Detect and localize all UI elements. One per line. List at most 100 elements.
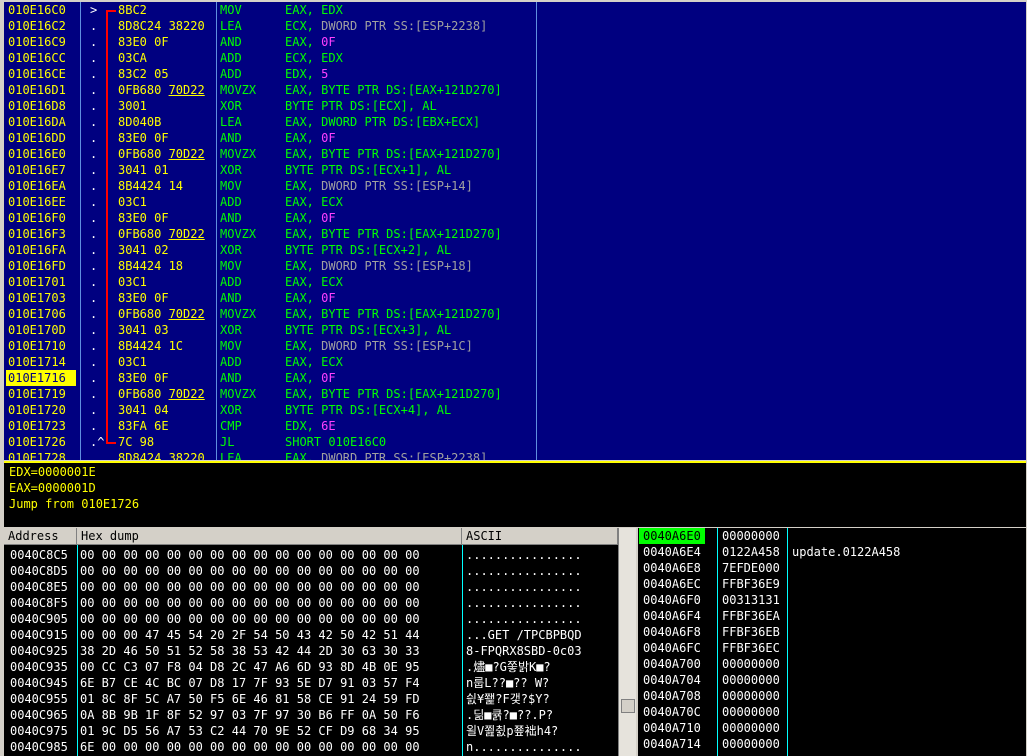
- disasm-row[interactable]: 010E16E0. 0FB680 70D22 MOVZX EAX, BYTE PTR …: [4, 146, 1026, 162]
- disasm-address: 010E16FD: [8, 259, 66, 273]
- disasm-row[interactable]: 010E16D8. 3001 XOR BYTE PTR DS:[ECX], AL: [4, 98, 1026, 114]
- stack-address: 0040A708: [643, 689, 701, 703]
- stack-row[interactable]: 0040A6F0 00313131: [638, 592, 1026, 608]
- disasm-row[interactable]: 010E1710. 8B4424 1C MOV EAX, DWORD PTR SS:[…: [4, 338, 1026, 354]
- dump-row[interactable]: 0040C935 00 CC C3 07 F8 04 D8 2C 47 A6 6D…: [4, 659, 604, 675]
- disasm-row[interactable]: 010E16FD. 8B4424 18 MOV EAX, DWORD PTR SS:[…: [4, 258, 1026, 274]
- stack-row[interactable]: 0040A6FC FFBF36EC: [638, 640, 1026, 656]
- dump-row[interactable]: 0040C945 6E B7 CE 4C BC 07 D8 17 7F 93 5E…: [4, 675, 604, 691]
- disasm-operands: EAX, 0F: [285, 371, 336, 385]
- disasm-row[interactable]: 010E16CC. 03CA ADD ECX, EDX: [4, 50, 1026, 66]
- disasm-hex: 83FA 6E: [118, 419, 169, 433]
- disasm-row[interactable]: 010E16D1. 0FB680 70D22 MOVZX EAX, BYTE PTR …: [4, 82, 1026, 98]
- disasm-hex: 8B4424 18: [118, 259, 184, 273]
- dump-header-address[interactable]: Address: [4, 528, 77, 545]
- stack-row[interactable]: 0040A6EC FFBF36E9: [638, 576, 1026, 592]
- hex-dump-pane[interactable]: Address Hex dump ASCII 0040C8C5 00 00 00 …: [4, 528, 636, 756]
- dump-row[interactable]: 0040C905 00 00 00 00 00 00 00 00 00 00 00…: [4, 611, 604, 627]
- stack-row[interactable]: 0040A6F4 FFBF36EA: [638, 608, 1026, 624]
- dump-row[interactable]: 0040C955 01 8C 8F 5C A7 50 F5 6E 46 81 58…: [4, 691, 604, 707]
- disasm-row[interactable]: 010E16C9. 83E0 0F AND EAX, 0F: [4, 34, 1026, 50]
- disasm-row[interactable]: 010E16C2. 8D8C24 38220 LEA ECX, DWORD PTR S…: [4, 18, 1026, 34]
- disasm-row[interactable]: 010E16FA. 3041 02 XOR BYTE PTR DS:[ECX+2], …: [4, 242, 1026, 258]
- disasm-jump-marker: .: [90, 19, 98, 33]
- disasm-row[interactable]: 010E1719. 0FB680 70D22 MOVZX EAX, BYTE PTR …: [4, 386, 1026, 402]
- disasm-address: 010E170D: [8, 323, 66, 337]
- disasm-mnemonic: MOV: [220, 259, 242, 273]
- disasm-row[interactable]: 010E1701. 03C1 ADD EAX, ECX: [4, 274, 1026, 290]
- disasm-row[interactable]: 010E1706. 0FB680 70D22 MOVZX EAX, BYTE PTR …: [4, 306, 1026, 322]
- disasm-hex: 7C 98: [118, 435, 155, 449]
- disasm-address: 010E16CC: [8, 51, 66, 65]
- stack-row[interactable]: 0040A70C 00000000: [638, 704, 1026, 720]
- disasm-jump-marker: .: [90, 147, 98, 161]
- disasm-row[interactable]: 010E16DD. 83E0 0F AND EAX, 0F: [4, 130, 1026, 146]
- stack-pane[interactable]: 0040A6E0 00000000 0040A6E4 0122A458 update.0…: [638, 528, 1026, 756]
- disasm-row[interactable]: 010E16E7. 3041 01 XOR BYTE PTR DS:[ECX+1], …: [4, 162, 1026, 178]
- dump-row[interactable]: 0040C8E5 00 00 00 00 00 00 00 00 00 00 00…: [4, 579, 604, 595]
- dump-ascii: ...GET /TPCBPBQD: [466, 628, 582, 642]
- disasm-operands: BYTE PTR DS:[ECX+1], AL: [285, 163, 452, 177]
- disasm-jump-marker: .: [90, 371, 98, 385]
- dump-ascii: 욀V쬞췴p쭆袦h4?: [466, 724, 559, 738]
- dump-row[interactable]: 0040C8D5 00 00 00 00 00 00 00 00 00 00 00…: [4, 563, 604, 579]
- dump-row[interactable]: 0040C965 0A 8B 9B 1F 8F 52 97 03 7F 97 30…: [4, 707, 604, 723]
- dump-row[interactable]: 0040C8F5 00 00 00 00 00 00 00 00 00 00 00…: [4, 595, 604, 611]
- dump-scrollbar-thumb[interactable]: [621, 699, 635, 713]
- disasm-row[interactable]: 010E1723. 83FA 6E CMP EDX, 6E: [4, 418, 1026, 434]
- disasm-hex: 3001: [118, 99, 147, 113]
- disasm-hex: 8BC2: [118, 3, 147, 17]
- stack-row[interactable]: 0040A714 00000000: [638, 736, 1026, 752]
- stack-row[interactable]: 0040A708 00000000: [638, 688, 1026, 704]
- stack-row[interactable]: 0040A6E4 0122A458 update.0122A458: [638, 544, 1026, 560]
- disasm-mnemonic: CMP: [220, 419, 242, 433]
- dump-header-hex[interactable]: Hex dump: [77, 528, 462, 545]
- disasm-row[interactable]: 010E1714. 03C1 ADD EAX, ECX: [4, 354, 1026, 370]
- disasm-mnemonic: AND: [220, 131, 242, 145]
- disasm-mnemonic: XOR: [220, 323, 242, 337]
- disasm-row[interactable]: 010E16EA. 8B4424 14 MOV EAX, DWORD PTR SS:[…: [4, 178, 1026, 194]
- disasm-operands: EAX, DWORD PTR SS:[ESP+14]: [285, 179, 473, 193]
- disassembly-scrollbar[interactable]: [1016, 2, 1026, 460]
- stack-row[interactable]: 0040A6F8 FFBF36EB: [638, 624, 1026, 640]
- dump-header-ascii[interactable]: ASCII: [462, 528, 618, 545]
- stack-row[interactable]: 0040A700 00000000: [638, 656, 1026, 672]
- disasm-mnemonic: ADD: [220, 67, 242, 81]
- stack-row[interactable]: 0040A704 00000000: [638, 672, 1026, 688]
- disasm-hex: 8D040B: [118, 115, 162, 129]
- disasm-mnemonic: ADD: [220, 51, 242, 65]
- disasm-row[interactable]: 010E16CE. 83C2 05 ADD EDX, 5: [4, 66, 1026, 82]
- dump-row[interactable]: 0040C925 38 2D 46 50 51 52 58 38 53 42 44…: [4, 643, 604, 659]
- dump-scrollbar[interactable]: [618, 528, 636, 756]
- disassembly-pane[interactable]: 010E16C0 >8BC2 MOV EAX, EDX 010E16C2. 8D8C24 …: [4, 2, 1026, 460]
- dump-row[interactable]: 0040C915 00 00 00 47 45 54 20 2F 54 50 43…: [4, 627, 604, 643]
- dump-row[interactable]: 0040C8C5 00 00 00 00 00 00 00 00 00 00 00…: [4, 547, 604, 563]
- disasm-jump-marker: .: [90, 403, 98, 417]
- disasm-operands: EAX, 0F: [285, 131, 336, 145]
- dump-hex-bytes: 00 00 00 47 45 54 20 2F 54 50 43 42 50 4…: [80, 628, 420, 642]
- stack-row[interactable]: 0040A710 00000000: [638, 720, 1026, 736]
- disasm-row[interactable]: 010E1720. 3041 04 XOR BYTE PTR DS:[ECX+4], …: [4, 402, 1026, 418]
- disasm-address: 010E16CE: [8, 67, 66, 81]
- stack-address: 0040A714: [643, 737, 701, 751]
- disasm-row[interactable]: 010E170D. 3041 03 XOR BYTE PTR DS:[ECX+3], …: [4, 322, 1026, 338]
- disasm-row[interactable]: 010E1726 .^ 7C 98 JL SHORT 010E16C0: [4, 434, 1026, 450]
- disasm-row[interactable]: 010E1728 8D8424 38220 LEA EAX, DWORD PTR SS…: [4, 450, 1026, 460]
- disasm-mnemonic: XOR: [220, 243, 242, 257]
- disasm-row[interactable]: 010E16EE. 03C1 ADD EAX, ECX: [4, 194, 1026, 210]
- disasm-row[interactable]: 010E1716. 83E0 0F AND EAX, 0F: [4, 370, 1026, 386]
- disasm-row[interactable]: 010E1703. 83E0 0F AND EAX, 0F: [4, 290, 1026, 306]
- dump-row[interactable]: 0040C975 01 9C D5 56 A7 53 C2 44 70 9E 52…: [4, 723, 604, 739]
- dump-ascii: n...............: [466, 740, 582, 754]
- disasm-operands: BYTE PTR DS:[ECX+3], AL: [285, 323, 452, 337]
- disasm-row[interactable]: 010E16DA. 8D040B LEA EAX, DWORD PTR DS:[EBX…: [4, 114, 1026, 130]
- disasm-row[interactable]: 010E16F0. 83E0 0F AND EAX, 0F: [4, 210, 1026, 226]
- disasm-row[interactable]: 010E16C0 >8BC2 MOV EAX, EDX: [4, 2, 1026, 18]
- stack-row[interactable]: 0040A6E8 7EFDE000: [638, 560, 1026, 576]
- dump-row[interactable]: 0040C985 6E 00 00 00 00 00 00 00 00 00 00…: [4, 739, 604, 755]
- disasm-address: 010E16D8: [8, 99, 66, 113]
- disasm-row[interactable]: 010E16F3. 0FB680 70D22 MOVZX EAX, BYTE PTR …: [4, 226, 1026, 242]
- dump-ascii: .딞■큙?■??.P?: [466, 708, 554, 722]
- stack-row[interactable]: 0040A6E0 00000000: [638, 528, 1026, 544]
- disasm-operands: EAX, 0F: [285, 291, 336, 305]
